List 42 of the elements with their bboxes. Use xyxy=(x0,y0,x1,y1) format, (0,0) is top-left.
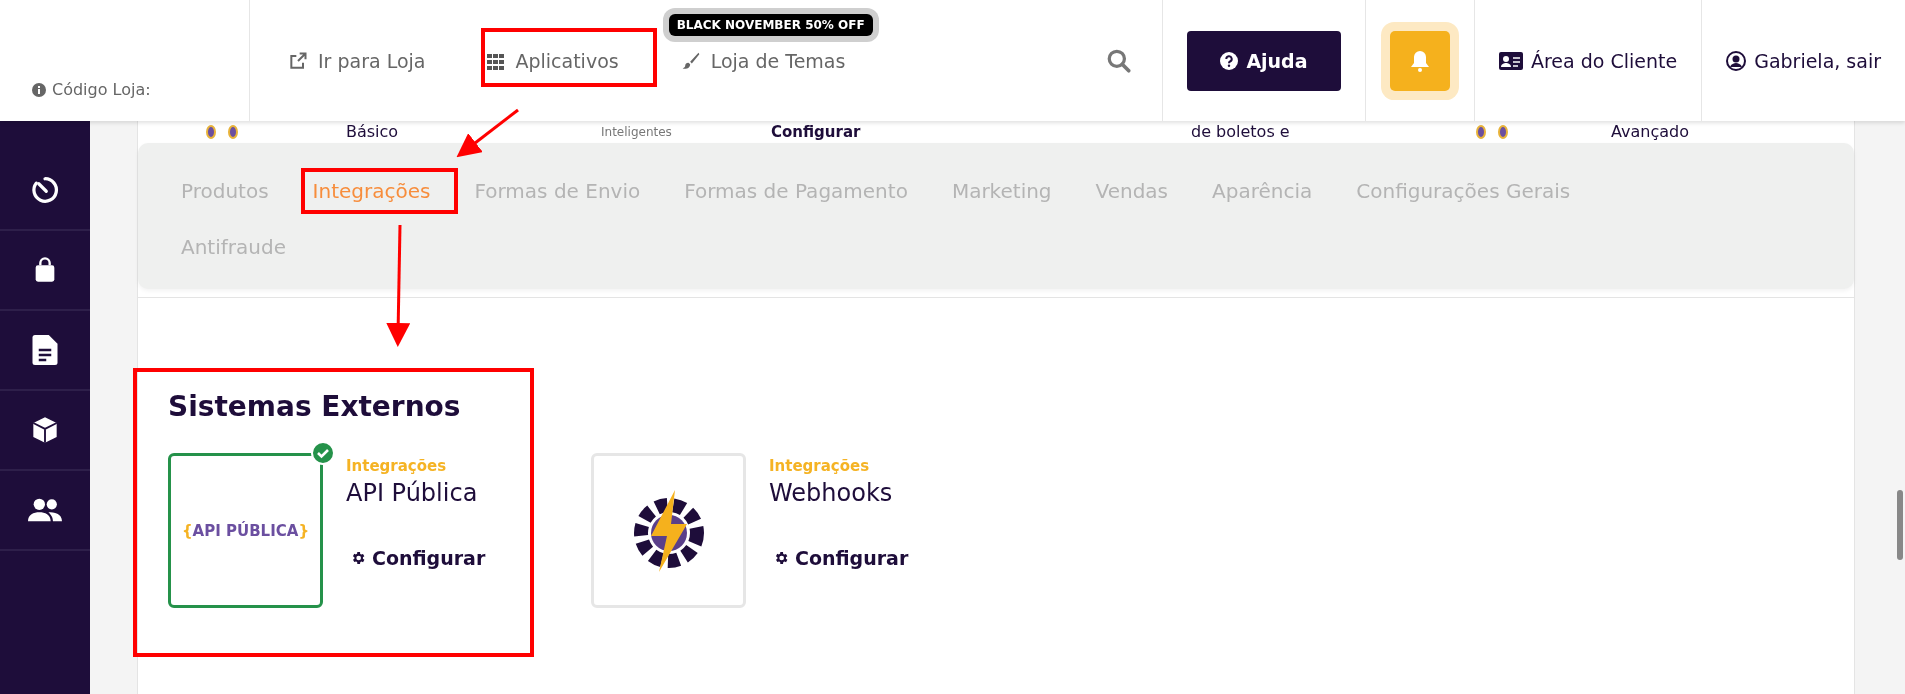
timer-icon[interactable] xyxy=(30,175,60,205)
nav-link[interactable]: Aplicativos xyxy=(487,49,619,72)
app-name: API Pública xyxy=(346,479,479,507)
info-icon xyxy=(32,82,46,97)
app-wordmark: {API PÚBLICA} xyxy=(181,521,310,540)
configure-button[interactable]: Configurar xyxy=(346,547,490,569)
dots-icon xyxy=(1476,125,1508,139)
card-text: Inteligentes xyxy=(601,124,672,141)
app-logo-tile[interactable] xyxy=(591,453,746,608)
app-name: Webhooks xyxy=(769,479,894,507)
section-title: Sistemas Externos xyxy=(168,390,462,423)
question-icon xyxy=(1220,51,1239,70)
app-logo-tile[interactable]: {API PÚBLICA} xyxy=(168,453,323,608)
search-icon[interactable] xyxy=(1105,47,1132,74)
app-category: Integrações xyxy=(346,457,448,475)
card-text: Básico xyxy=(346,122,399,142)
grid-icon xyxy=(487,51,506,70)
nav-link[interactable]: Loja de Temas xyxy=(680,49,846,72)
cube-icon[interactable] xyxy=(31,416,59,444)
external-link-icon xyxy=(288,50,308,71)
user-icon xyxy=(1726,50,1747,71)
client-area-link[interactable]: Área do Cliente xyxy=(1498,49,1678,72)
app-category: Integrações xyxy=(769,457,871,475)
bell-icon xyxy=(1409,49,1430,72)
store-code-label: Código Loja: xyxy=(32,80,151,99)
brush-icon xyxy=(680,50,701,71)
check-badge-icon xyxy=(311,441,335,465)
card-text: Avançado xyxy=(1611,122,1689,142)
id-card-icon xyxy=(1498,51,1523,70)
dots-icon xyxy=(206,125,238,139)
scrollbar-thumb[interactable] xyxy=(1897,490,1903,560)
user-logout-link[interactable]: Gabriela, sair xyxy=(1726,49,1881,72)
gear-icon xyxy=(350,550,366,566)
card-text: de boletos e xyxy=(1191,122,1290,142)
annotation-arrow xyxy=(456,108,519,158)
gear-icon xyxy=(773,550,789,566)
people-icon[interactable] xyxy=(28,497,62,523)
card-text: Configurar xyxy=(771,122,861,142)
configure-button[interactable]: Configurar xyxy=(769,547,913,569)
nav-link[interactable]: Ir para Loja xyxy=(288,49,426,72)
help-button[interactable]: Ajuda xyxy=(1186,30,1341,91)
document-icon[interactable] xyxy=(32,335,58,365)
